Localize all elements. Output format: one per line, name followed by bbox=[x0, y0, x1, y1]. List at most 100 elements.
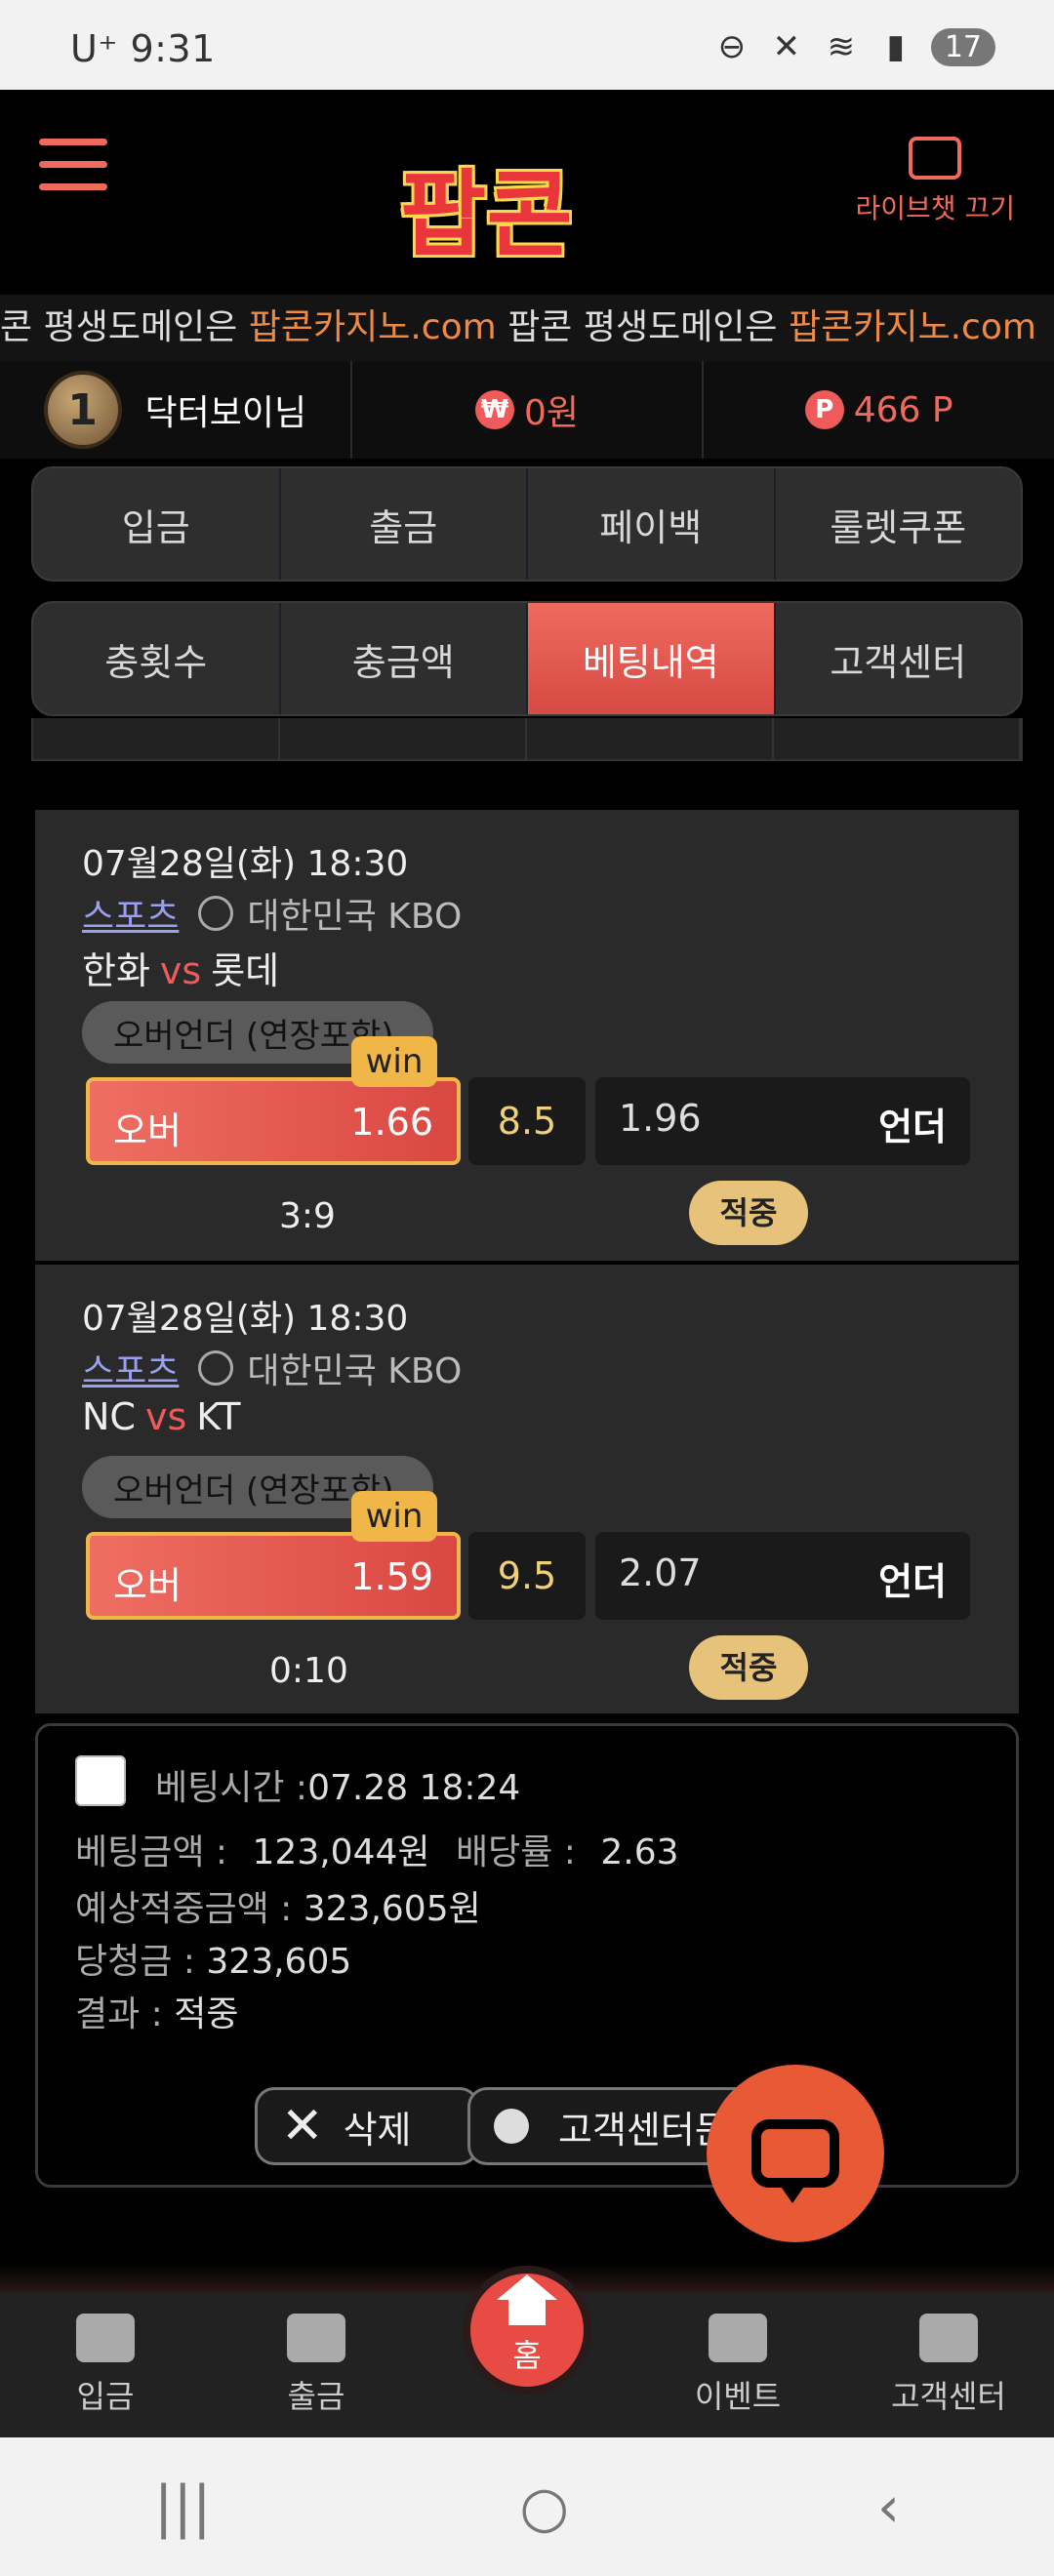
status-bar: U⁺ 9:31 ⊖ ✕ ≋ ▮ 17 bbox=[0, 0, 1054, 90]
wifi-icon: ≋ bbox=[827, 27, 856, 66]
home-team: 한화 bbox=[82, 949, 150, 992]
point-balance: P 466 P bbox=[704, 361, 1054, 459]
league-info: 스포츠 대한민국 KBO bbox=[82, 888, 462, 939]
nav-withdraw[interactable]: 출금 bbox=[211, 2293, 422, 2437]
bet-card: 07월28일(화) 18:30 스포츠 대한민국 KBO NC vs KT 오버 언더… bbox=[35, 1265, 1019, 1713]
winnings-value: 323,605 bbox=[206, 1942, 352, 1982]
away-team: KT bbox=[196, 1395, 241, 1438]
over-selection: 오버 1.59 bbox=[86, 1532, 461, 1620]
won-icon: ₩ bbox=[474, 390, 514, 429]
delete-button[interactable]: ✕ 삭제 bbox=[255, 2087, 479, 2165]
home-circle-icon[interactable]: ○ bbox=[519, 2474, 569, 2540]
total-line: 8.5 bbox=[468, 1077, 586, 1165]
nav-support[interactable]: 고객센터 bbox=[843, 2293, 1054, 2437]
vs-label: vs bbox=[159, 949, 202, 992]
user-profile[interactable]: 1 닥터보이님 bbox=[0, 361, 352, 459]
delete-label: 삭제 bbox=[343, 2108, 412, 2152]
chat-fab-button[interactable] bbox=[707, 2065, 884, 2242]
tab-bet-history[interactable]: 베팅내역 bbox=[528, 603, 776, 714]
headset-icon bbox=[494, 2109, 529, 2144]
nav-support-label: 고객센터 bbox=[891, 2378, 1006, 2415]
ticker-text: 평생도메인은 bbox=[43, 307, 249, 347]
back-icon[interactable]: ‹ bbox=[877, 2474, 900, 2540]
match-teams: 한화 vs 롯데 bbox=[82, 941, 279, 994]
under-label: 언더 bbox=[878, 1560, 947, 1603]
tab-charge-amount[interactable]: 충금액 bbox=[281, 603, 528, 714]
ticker-domain: 팝콘카지노.com bbox=[789, 307, 1036, 347]
menu-icon[interactable] bbox=[39, 139, 107, 197]
announcement-ticker: 콘 평생도메인은 팝콘카지노.com 팝콘 평생도메인은 팝콘카지노.com bbox=[0, 295, 1054, 361]
league-info: 스포츠 대한민국 KBO bbox=[82, 1343, 462, 1393]
over-odds: 1.59 bbox=[350, 1555, 433, 1598]
money-balance: ₩ 0원 bbox=[352, 361, 705, 459]
bet-amount: 베팅금액 : 123,044원 bbox=[75, 1824, 430, 1874]
nav-event[interactable]: 이벤트 bbox=[632, 2293, 843, 2437]
under-selection: 1.96 언더 bbox=[595, 1077, 970, 1165]
over-selection: 오버 1.66 bbox=[86, 1077, 461, 1165]
sport-link[interactable]: 스포츠 bbox=[82, 1343, 179, 1393]
result: 결과 : 적중 bbox=[75, 1986, 239, 2036]
livechat-toggle[interactable]: 라이브챗 끄기 bbox=[856, 137, 1015, 226]
logo[interactable]: 팝콘 bbox=[390, 109, 673, 275]
scrolled-row-remnant bbox=[31, 718, 1023, 761]
match-date: 07월28일(화) 18:30 bbox=[82, 1299, 409, 1339]
menu-row-1: 입금 출금 페이백 룰렛쿠폰 bbox=[31, 466, 1023, 582]
tab-payback[interactable]: 페이백 bbox=[528, 468, 776, 580]
winnings-label: 당청금 : bbox=[75, 1942, 195, 1982]
sport-link[interactable]: 스포츠 bbox=[82, 888, 179, 939]
over-odds: 1.66 bbox=[350, 1101, 433, 1144]
recents-icon[interactable]: ||| bbox=[154, 2474, 212, 2540]
tab-deposit[interactable]: 입금 bbox=[33, 468, 281, 580]
odds-value: 2.63 bbox=[600, 1832, 679, 1872]
expected-value: 323,605원 bbox=[303, 1889, 481, 1929]
match-teams: NC vs KT bbox=[82, 1395, 240, 1438]
nav-deposit[interactable]: 입금 bbox=[0, 2293, 211, 2437]
money-value: 0원 bbox=[523, 393, 580, 433]
result-badge: 적중 bbox=[689, 1181, 808, 1245]
app-header: 팝콘 라이브챗 끄기 bbox=[0, 90, 1054, 295]
select-checkbox[interactable] bbox=[75, 1755, 126, 1806]
card-add-icon bbox=[76, 2314, 135, 2362]
away-team: 롯데 bbox=[211, 949, 280, 992]
tab-roulette-coupon[interactable]: 룰렛쿠폰 bbox=[776, 468, 1022, 580]
tab-support[interactable]: 고객센터 bbox=[776, 603, 1022, 714]
baseball-icon bbox=[198, 896, 234, 931]
vs-label: vs bbox=[144, 1395, 187, 1438]
winnings: 당청금 : 323,605 bbox=[75, 1933, 351, 1984]
over-label: 오버 bbox=[113, 1109, 182, 1152]
odds-label: 배당률 : bbox=[456, 1832, 576, 1872]
win-badge: win bbox=[351, 1491, 437, 1542]
odds: 배당률 : 2.63 bbox=[456, 1824, 679, 1874]
mute-icon: ✕ bbox=[772, 27, 801, 66]
tab-charge-count[interactable]: 충횟수 bbox=[33, 603, 281, 714]
total-line: 9.5 bbox=[468, 1532, 586, 1620]
signal-icon: ▮ bbox=[886, 27, 906, 66]
league-name: 대한민국 KBO bbox=[247, 1351, 463, 1391]
bet-amount-label: 베팅금액 : bbox=[75, 1832, 228, 1872]
bet-time: 베팅시간 :07.28 18:24 bbox=[155, 1759, 520, 1810]
support-label: 고객센터문 bbox=[558, 2108, 729, 2152]
expected-winnings: 예상적중금액 : 323,605원 bbox=[75, 1880, 481, 1931]
home-team: NC bbox=[82, 1395, 136, 1438]
over-label: 오버 bbox=[113, 1564, 182, 1607]
under-label: 언더 bbox=[878, 1106, 947, 1148]
point-value: 466 P bbox=[853, 389, 953, 430]
bet-card: 07월28일(화) 18:30 스포츠 대한민국 KBO 한화 vs 롯데 오버 언더… bbox=[35, 810, 1019, 1261]
nav-withdraw-label: 출금 bbox=[287, 2378, 345, 2415]
nav-event-label: 이벤트 bbox=[694, 2378, 782, 2415]
under-odds: 2.07 bbox=[619, 1551, 702, 1594]
wallet-icon bbox=[287, 2314, 345, 2362]
tab-withdraw[interactable]: 출금 bbox=[281, 468, 528, 580]
ticker-text: 콘 bbox=[0, 307, 44, 347]
ticker-domain: 팝콘카지노.com bbox=[248, 307, 497, 347]
result-badge: 적중 bbox=[689, 1635, 808, 1700]
close-icon: ✕ bbox=[281, 2097, 324, 2155]
under-odds: 1.96 bbox=[619, 1097, 702, 1140]
level-badge-icon: 1 bbox=[43, 371, 122, 449]
result-label: 결과 : bbox=[75, 1994, 163, 2034]
status-icons: ⊖ ✕ ≋ ▮ 17 bbox=[712, 27, 995, 66]
user-info-bar: 1 닥터보이님 ₩ 0원 P 466 P bbox=[0, 361, 1054, 459]
baseball-icon bbox=[198, 1350, 234, 1386]
chat-bubbles-icon bbox=[919, 2314, 978, 2362]
nav-home[interactable]: 홈 bbox=[463, 2266, 591, 2395]
